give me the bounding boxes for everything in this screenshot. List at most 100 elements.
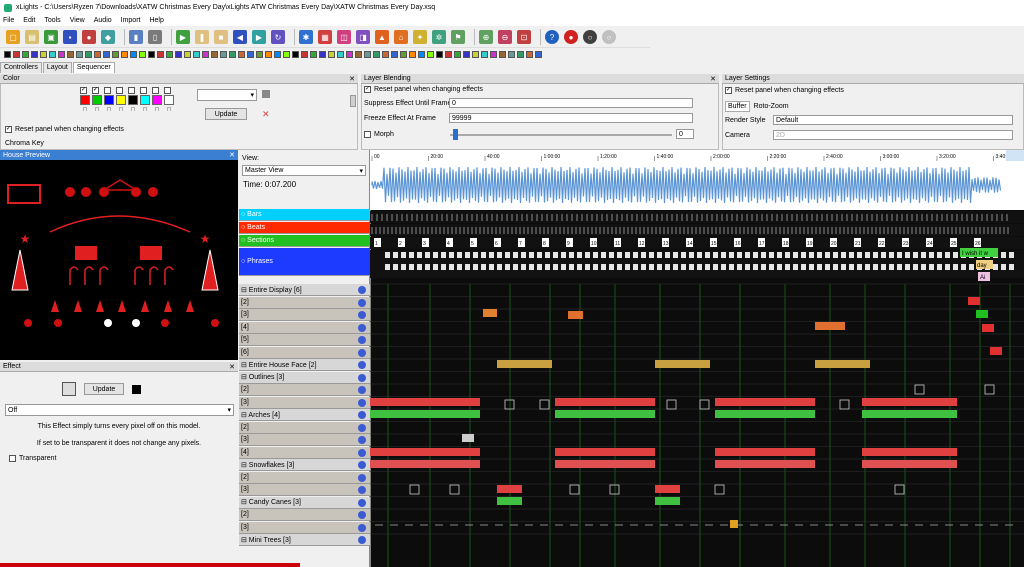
effect-update-button[interactable]: Update [84, 383, 124, 395]
lock-icon[interactable]: ⊓ [83, 106, 88, 113]
effect-palette-icon[interactable] [4, 51, 11, 58]
effect-palette-icon[interactable] [499, 51, 506, 58]
effect-palette-icon[interactable] [436, 51, 443, 58]
model-strand-label[interactable]: [5] [239, 334, 370, 346]
lock-icon[interactable]: ⊓ [119, 106, 124, 113]
effect-palette-icon[interactable] [400, 51, 407, 58]
color-swatch[interactable] [164, 95, 174, 105]
effects-icon[interactable]: ✱ [299, 30, 313, 44]
effect-palette-icon[interactable] [490, 51, 497, 58]
timing-track-label[interactable]: ○ Sections [239, 235, 370, 247]
lock-icon[interactable]: ⊓ [131, 106, 136, 113]
effect-palette-icon[interactable] [481, 51, 488, 58]
render-toggle-icon[interactable] [358, 498, 366, 507]
bulb-icon[interactable]: ○ [602, 30, 616, 44]
render-toggle-icon[interactable] [358, 336, 366, 344]
model-strand-label[interactable]: [4] [239, 446, 370, 459]
lb-reset-checkbox[interactable] [364, 86, 371, 93]
morph-checkbox[interactable] [364, 131, 371, 138]
view-select[interactable]: Master View ▾ [242, 165, 366, 176]
effect-palette-icon[interactable] [58, 51, 65, 58]
model-group-label[interactable]: ⊟ Mini Trees [3] [239, 534, 370, 546]
effect-palette-icon[interactable] [409, 51, 416, 58]
lock-icon[interactable]: ⊓ [155, 106, 160, 113]
model-group-label[interactable]: ⊟ Arches [4] [239, 409, 370, 421]
effect-palette-icon[interactable] [85, 51, 92, 58]
effect-palette-icon[interactable] [292, 51, 299, 58]
help-icon[interactable]: ? [545, 30, 559, 44]
render-toggle-icon[interactable] [358, 423, 366, 432]
effect-palette-icon[interactable] [229, 51, 236, 58]
menu-file[interactable]: File [3, 17, 14, 24]
rewind-icon[interactable]: ◀ [233, 30, 247, 44]
render-icon[interactable]: ● [82, 30, 96, 44]
render-toggle-icon[interactable] [358, 286, 366, 294]
effect-palette-icon[interactable] [508, 51, 515, 58]
layers-icon[interactable]: ◫ [337, 30, 351, 44]
lock-icon[interactable]: ⊓ [107, 106, 112, 113]
effect-palette-icon[interactable] [121, 51, 128, 58]
timing-track-label[interactable]: ○ Phrases [239, 248, 370, 276]
render-toggle-icon[interactable] [358, 311, 366, 319]
effect-palette-icon[interactable] [463, 51, 470, 58]
color-swatch[interactable] [80, 95, 90, 105]
tab-roto-zoom[interactable]: Roto-Zoom [754, 103, 789, 110]
color-slot-checkbox[interactable] [140, 87, 147, 94]
render-toggle-icon[interactable] [358, 373, 366, 382]
render-toggle-icon[interactable] [358, 486, 366, 494]
effect-palette-icon[interactable] [355, 51, 362, 58]
model-group-label[interactable]: ⊟ Outlines [3] [239, 371, 370, 384]
color-slot-checkbox[interactable] [116, 87, 123, 94]
effect-palette-icon[interactable] [382, 51, 389, 58]
transparent-checkbox[interactable] [9, 455, 16, 462]
effect-palette-icon[interactable] [265, 51, 272, 58]
render-toggle-icon[interactable] [358, 448, 366, 457]
tree-icon[interactable]: ▲ [375, 30, 389, 44]
effect-palette-icon[interactable] [94, 51, 101, 58]
clipboard-icon[interactable]: ▯ [148, 30, 162, 44]
model-group-label[interactable]: ⊟ Entire Display [6] [239, 284, 370, 296]
effect-palette-icon[interactable] [346, 51, 353, 58]
effect-palette-icon[interactable] [112, 51, 119, 58]
render-toggle-icon[interactable] [358, 323, 366, 332]
effect-select[interactable]: Off ▾ [5, 404, 234, 416]
color-swatch[interactable] [104, 95, 114, 105]
morph-slider-thumb[interactable] [453, 129, 458, 140]
play-icon[interactable]: ▶ [176, 30, 190, 44]
effect-palette-icon[interactable] [373, 51, 380, 58]
effect-palette-icon[interactable] [391, 51, 398, 58]
effect-palette-icon[interactable] [535, 51, 542, 58]
render-toggle-icon[interactable] [358, 436, 366, 444]
model-strand-label[interactable]: [2] [239, 384, 370, 396]
effect-palette-icon[interactable] [319, 51, 326, 58]
render-toggle-icon[interactable] [358, 298, 366, 307]
model-group-label[interactable]: ⊟ Snowflakes [3] [239, 459, 370, 471]
effect-palette-icon[interactable] [175, 51, 182, 58]
lock-icon[interactable]: ⊓ [143, 106, 148, 113]
effect-palette-icon[interactable] [76, 51, 83, 58]
effect-palette-icon[interactable] [454, 51, 461, 58]
sequencer-grid-canvas[interactable]: 00 20:00 40:00 1:00:00 1:20:00 1:40:00 2:00:00… [370, 150, 1024, 567]
house-icon[interactable]: ⌂ [394, 30, 408, 44]
menu-help[interactable]: Help [149, 17, 163, 24]
zoom-out-icon[interactable]: ⊖ [498, 30, 512, 44]
model-strand-label[interactable]: [2] [239, 421, 370, 434]
effect-palette-icon[interactable] [103, 51, 110, 58]
tab-controllers[interactable]: Controllers [0, 62, 42, 73]
color-swatch[interactable] [116, 95, 126, 105]
morph-slider[interactable] [450, 134, 672, 136]
model-strand-label[interactable]: [3] [239, 396, 370, 409]
model-strand-label[interactable]: [3] [239, 309, 370, 321]
close-icon[interactable]: ✕ [229, 151, 235, 159]
effect-palette-icon[interactable] [220, 51, 227, 58]
forward-icon[interactable]: ▶ [252, 30, 266, 44]
tab-sequencer[interactable]: Sequencer [72, 62, 115, 73]
effect-palette-icon[interactable] [130, 51, 137, 58]
effect-palette-icon[interactable] [517, 51, 524, 58]
camera-select[interactable]: 2D [773, 130, 1013, 140]
color-update-button[interactable]: Update [205, 108, 247, 120]
model-strand-label[interactable]: [4] [239, 321, 370, 334]
folder-icon[interactable]: ▣ [44, 30, 58, 44]
effect-palette-icon[interactable] [22, 51, 29, 58]
effect-color-swatch[interactable] [132, 385, 141, 394]
